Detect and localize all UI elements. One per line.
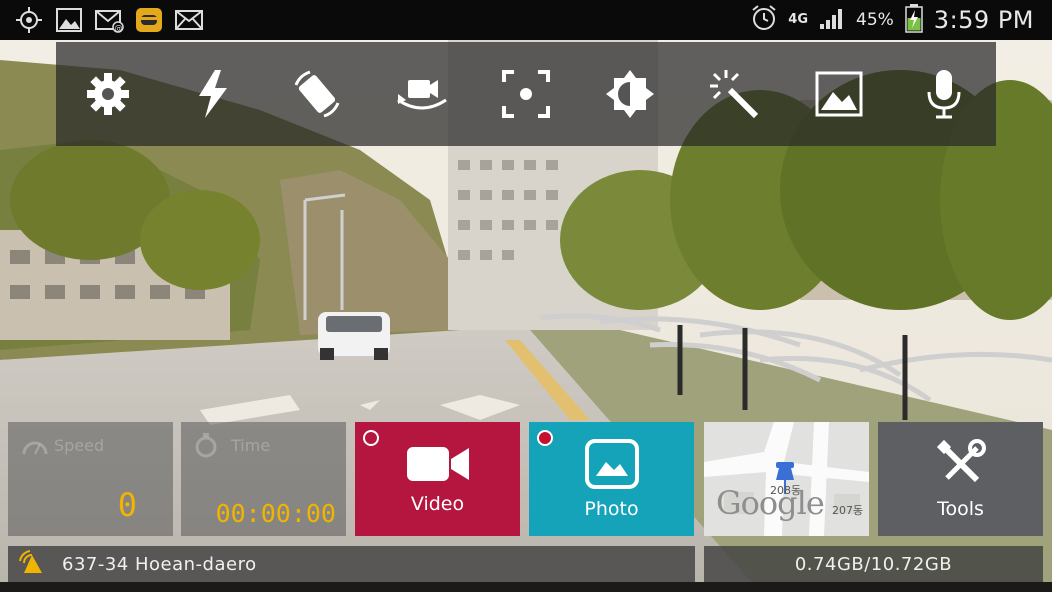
speed-value: 0: [117, 486, 137, 524]
network-type: 4G: [788, 12, 808, 27]
map-tile[interactable]: 208동 Google 207동: [704, 422, 869, 536]
gps-icon: [14, 6, 44, 34]
gallery-button[interactable]: [804, 59, 874, 129]
clock: 3:59 PM: [933, 6, 1034, 34]
photo-button[interactable]: Photo: [529, 422, 694, 536]
brightness-icon: [606, 70, 655, 118]
magic-wand-icon: [709, 70, 758, 119]
battery-percent: 45%: [856, 10, 894, 30]
time-tile: Time 00:00:00: [181, 422, 346, 536]
rotate-icon: [294, 70, 340, 118]
rotate-button[interactable]: [282, 59, 352, 129]
focus-button[interactable]: [491, 59, 561, 129]
speed-tile: Speed 0: [8, 422, 173, 536]
time-label: Time: [231, 436, 271, 455]
switch-camera-button[interactable]: [387, 59, 457, 129]
image-icon: [815, 71, 863, 117]
focus-icon: [501, 70, 550, 118]
app-icon: [134, 6, 164, 34]
video-camera-icon: [406, 447, 469, 481]
current-address: 637-34 Hoean-daero: [62, 553, 257, 575]
signal-icon: [818, 6, 846, 34]
photo-icon: [584, 439, 639, 489]
address-bar: 637-34 Hoean-daero: [8, 546, 695, 582]
settings-button[interactable]: [73, 59, 143, 129]
storage-usage: 0.74GB/10.72GB: [794, 553, 953, 575]
photo-indicator: [537, 430, 553, 446]
microphone-button[interactable]: [909, 59, 979, 129]
switch-camera-icon: [396, 80, 447, 110]
alarm-icon: [750, 4, 778, 36]
tools-icon: [936, 439, 986, 483]
flash-icon: [198, 70, 227, 118]
photo-label: Photo: [584, 498, 639, 520]
google-logo: Google: [716, 484, 825, 522]
car: [318, 312, 390, 360]
speed-label: Speed: [54, 436, 105, 455]
gps-signal-icon: [18, 549, 48, 579]
record-indicator: [363, 430, 379, 446]
battery-charging-icon: [904, 3, 924, 37]
gear-icon: [87, 73, 130, 115]
mail-icon: [174, 6, 204, 34]
tools-button[interactable]: Tools: [878, 422, 1043, 536]
time-value: 00:00:00: [215, 499, 336, 528]
camera-toolbar: [56, 42, 996, 146]
svg-text:@: @: [115, 24, 123, 33]
microphone-icon: [927, 70, 961, 119]
storage-bar: 0.74GB/10.72GB: [704, 546, 1043, 582]
video-label: Video: [410, 493, 465, 515]
gallery-icon: [54, 6, 84, 34]
effects-button[interactable]: [700, 59, 770, 129]
stopwatch-icon: [193, 432, 219, 462]
status-bar: @ 4G 45% 3:59 PM: [0, 0, 1052, 40]
video-button[interactable]: Video: [355, 422, 520, 536]
speedometer-icon: [22, 434, 48, 460]
map-label-207: 207동: [832, 504, 864, 517]
tools-label: Tools: [937, 498, 984, 520]
brightness-button[interactable]: [595, 59, 665, 129]
flash-button[interactable]: [178, 59, 248, 129]
email-icon: @: [94, 6, 124, 34]
